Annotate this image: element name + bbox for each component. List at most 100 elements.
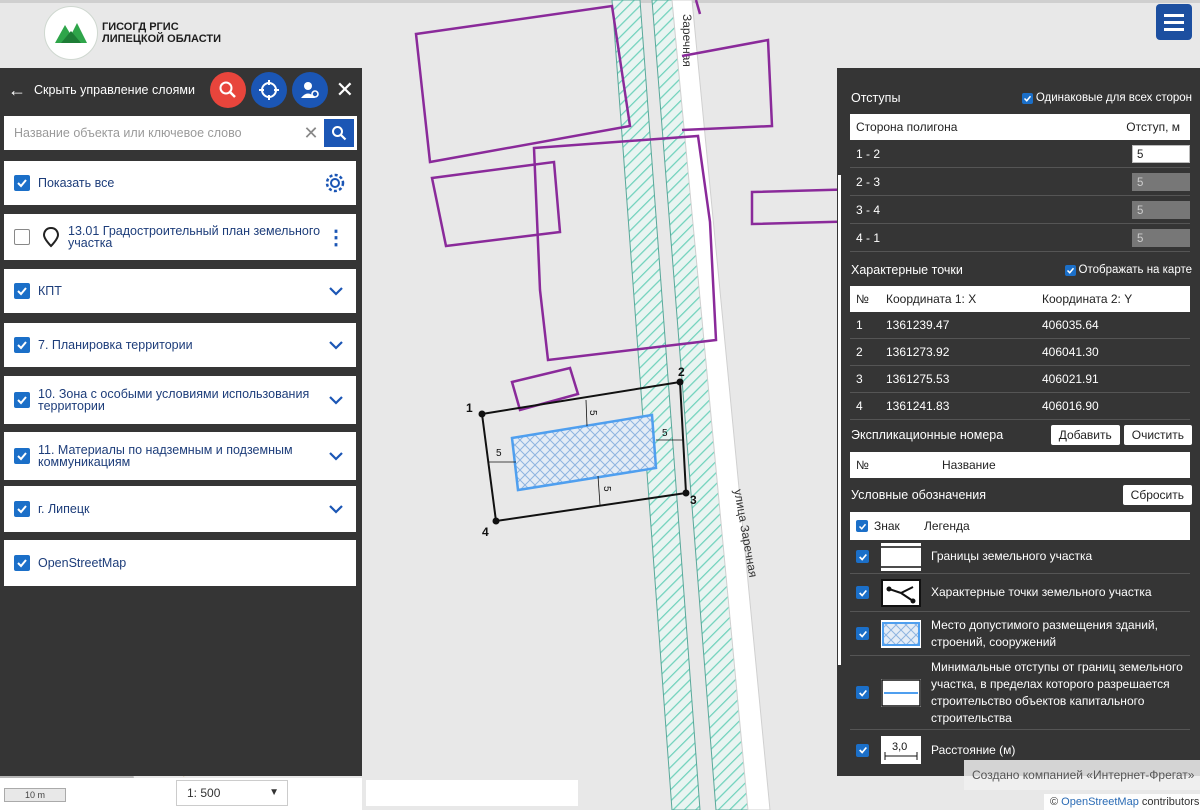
user-search-button[interactable] xyxy=(291,72,328,108)
legend-text: Границы земельного участка xyxy=(931,549,1093,563)
show-all-label: Показать все xyxy=(38,176,115,190)
chevron-down-icon[interactable] xyxy=(326,446,346,466)
distance-icon-value: 3,0 xyxy=(892,741,907,753)
layer-item-special-zones[interactable]: 10. Зона с особыми условиями использован… xyxy=(4,376,356,424)
offset-side: 1 - 2 xyxy=(856,146,881,161)
legend-col-legend: Легенда xyxy=(924,519,970,533)
chevron-down-icon[interactable] xyxy=(326,335,346,355)
scale-ruler: 10 m xyxy=(4,788,66,802)
legend-checkbox[interactable] xyxy=(856,743,869,757)
attribution-suffix: contributors. xyxy=(1141,796,1200,808)
layer-item-planning[interactable]: 7. Планировка территории xyxy=(4,323,356,367)
gear-icon[interactable] xyxy=(324,172,346,194)
legend-text: Расстояние (м) xyxy=(931,742,1016,757)
vertex-points-icon xyxy=(881,578,921,607)
layer-checkbox[interactable] xyxy=(14,392,30,408)
layer-item-gpzu[interactable]: 13.01 Градостроительный план земельного … xyxy=(4,214,356,260)
more-vertical-icon[interactable]: ⋮ xyxy=(326,225,346,250)
point-row[interactable]: 1 1361239.47 406035.64 xyxy=(850,312,1190,339)
chevron-down-icon[interactable] xyxy=(326,281,346,301)
point-row[interactable]: 3 1361275.53 406021.91 xyxy=(850,366,1190,393)
hide-layers-label[interactable]: Скрыть управление слоями xyxy=(34,83,205,97)
layer-checkbox[interactable] xyxy=(14,283,30,299)
layer-label: г. Липецк xyxy=(38,502,90,516)
attribution-symbol: © xyxy=(1050,796,1059,808)
search-button[interactable] xyxy=(324,119,354,147)
search-map-button[interactable] xyxy=(209,72,246,108)
chevron-down-icon[interactable] xyxy=(326,390,346,410)
point-y: 406021.91 xyxy=(1042,372,1099,386)
building-zone-icon xyxy=(881,619,921,648)
panel-scrollbar[interactable] xyxy=(838,175,841,665)
reset-button[interactable]: Сбросить xyxy=(1122,485,1192,505)
map-pin-icon xyxy=(42,226,60,248)
expl-table-header: № Название xyxy=(850,452,1190,478)
offset-label-left: 5 xyxy=(496,448,502,459)
hamburger-menu-button[interactable] xyxy=(1156,4,1192,40)
offset-label-top: 5 xyxy=(587,410,598,416)
legend-checkbox[interactable] xyxy=(856,686,869,699)
osm-link[interactable]: OpenStreetMap xyxy=(1061,796,1139,808)
legend-table-header: Знак Легенда xyxy=(850,512,1190,540)
point-n: 1 xyxy=(856,318,863,332)
layers-panel: ← Скрыть управление слоями ✕ ✕ Показать … xyxy=(0,68,362,776)
add-button[interactable]: Добавить xyxy=(1050,425,1120,445)
legend-row: Характерные точки земельного участка xyxy=(850,574,1190,612)
show-all-checkbox[interactable] xyxy=(14,175,30,191)
points-col-x: Координата 1: X xyxy=(886,292,977,306)
legend-text: Минимальные отступы от границ земельного… xyxy=(931,659,1183,725)
legend-checkbox[interactable] xyxy=(856,550,869,563)
point-n: 2 xyxy=(856,345,863,359)
offsets-col-value: Отступ, м xyxy=(1126,120,1180,134)
same-all-label: Одинаковые для всех сторон xyxy=(1035,92,1192,104)
point-n: 4 xyxy=(856,399,863,413)
layer-item-utilities[interactable]: 11. Материалы по надземным и подземным к… xyxy=(4,432,356,480)
show-on-map-toggle[interactable]: Отображать на карте xyxy=(1064,264,1192,276)
offset-input[interactable]: 5 xyxy=(1132,144,1190,163)
offset-side: 2 - 3 xyxy=(856,174,881,189)
expl-col-name: Название xyxy=(942,458,996,472)
layer-item-kpt[interactable]: КПТ xyxy=(4,269,356,313)
legend-all-checkbox[interactable] xyxy=(856,520,868,532)
crosshair-icon xyxy=(258,80,279,100)
layer-checkbox[interactable] xyxy=(14,555,30,571)
point-row[interactable]: 4 1361241.83 406016.90 xyxy=(850,393,1190,420)
back-arrow-icon[interactable]: ← xyxy=(8,80,26,101)
legend-row: Место допустимого размещения зданий, стр… xyxy=(850,612,1190,656)
boundary-line-icon xyxy=(881,542,921,571)
point-x: 1361275.53 xyxy=(886,372,950,386)
layer-checkbox[interactable] xyxy=(14,337,30,353)
logo-emblem-icon xyxy=(44,6,98,60)
point-x: 1361239.47 xyxy=(886,318,950,332)
legend-checkbox[interactable] xyxy=(856,627,869,640)
locate-button[interactable] xyxy=(250,72,287,108)
layer-item-osm[interactable]: OpenStreetMap xyxy=(4,540,356,586)
legend-text: Характерные точки земельного участка xyxy=(931,585,1152,599)
chevron-down-icon: ▼ xyxy=(269,787,279,798)
legend-checkbox[interactable] xyxy=(856,586,869,599)
clear-search-icon[interactable]: ✕ xyxy=(298,123,324,144)
layer-label: OpenStreetMap xyxy=(38,556,127,570)
layer-checkbox[interactable] xyxy=(14,229,30,245)
chevron-down-icon[interactable] xyxy=(326,499,346,519)
same-all-toggle[interactable]: Одинаковые для всех сторон xyxy=(1021,92,1192,104)
offset-row: 3 - 4 5 xyxy=(850,196,1190,224)
layer-checkbox[interactable] xyxy=(14,501,30,517)
clear-button[interactable]: Очистить xyxy=(1123,425,1192,445)
points-title: Характерные точки xyxy=(851,263,963,277)
point-y: 406041.30 xyxy=(1042,345,1099,359)
close-panel-icon[interactable]: ✕ xyxy=(336,77,354,103)
gpzu-panel: Отступы Одинаковые для всех сторон Сторо… xyxy=(837,68,1200,776)
point-row[interactable]: 2 1361273.92 406041.30 xyxy=(850,339,1190,366)
offset-input: 5 xyxy=(1132,200,1190,219)
scale-value: 1: 500 xyxy=(187,786,221,800)
user-search-icon xyxy=(300,82,319,98)
object-search-input[interactable] xyxy=(4,116,298,150)
app-logo[interactable]: ГИСОГД РГИС ЛИПЕЦКОЙ ОБЛАСТИ xyxy=(44,6,221,60)
scale-select[interactable]: 1: 500 ▼ xyxy=(176,780,288,806)
object-search: ✕ xyxy=(4,116,357,150)
offsets-col-side: Сторона полигона xyxy=(856,120,958,134)
points-col-y: Координата 2: Y xyxy=(1042,292,1133,306)
layer-item-lipetsk[interactable]: г. Липецк xyxy=(4,486,356,532)
layer-checkbox[interactable] xyxy=(14,448,30,464)
